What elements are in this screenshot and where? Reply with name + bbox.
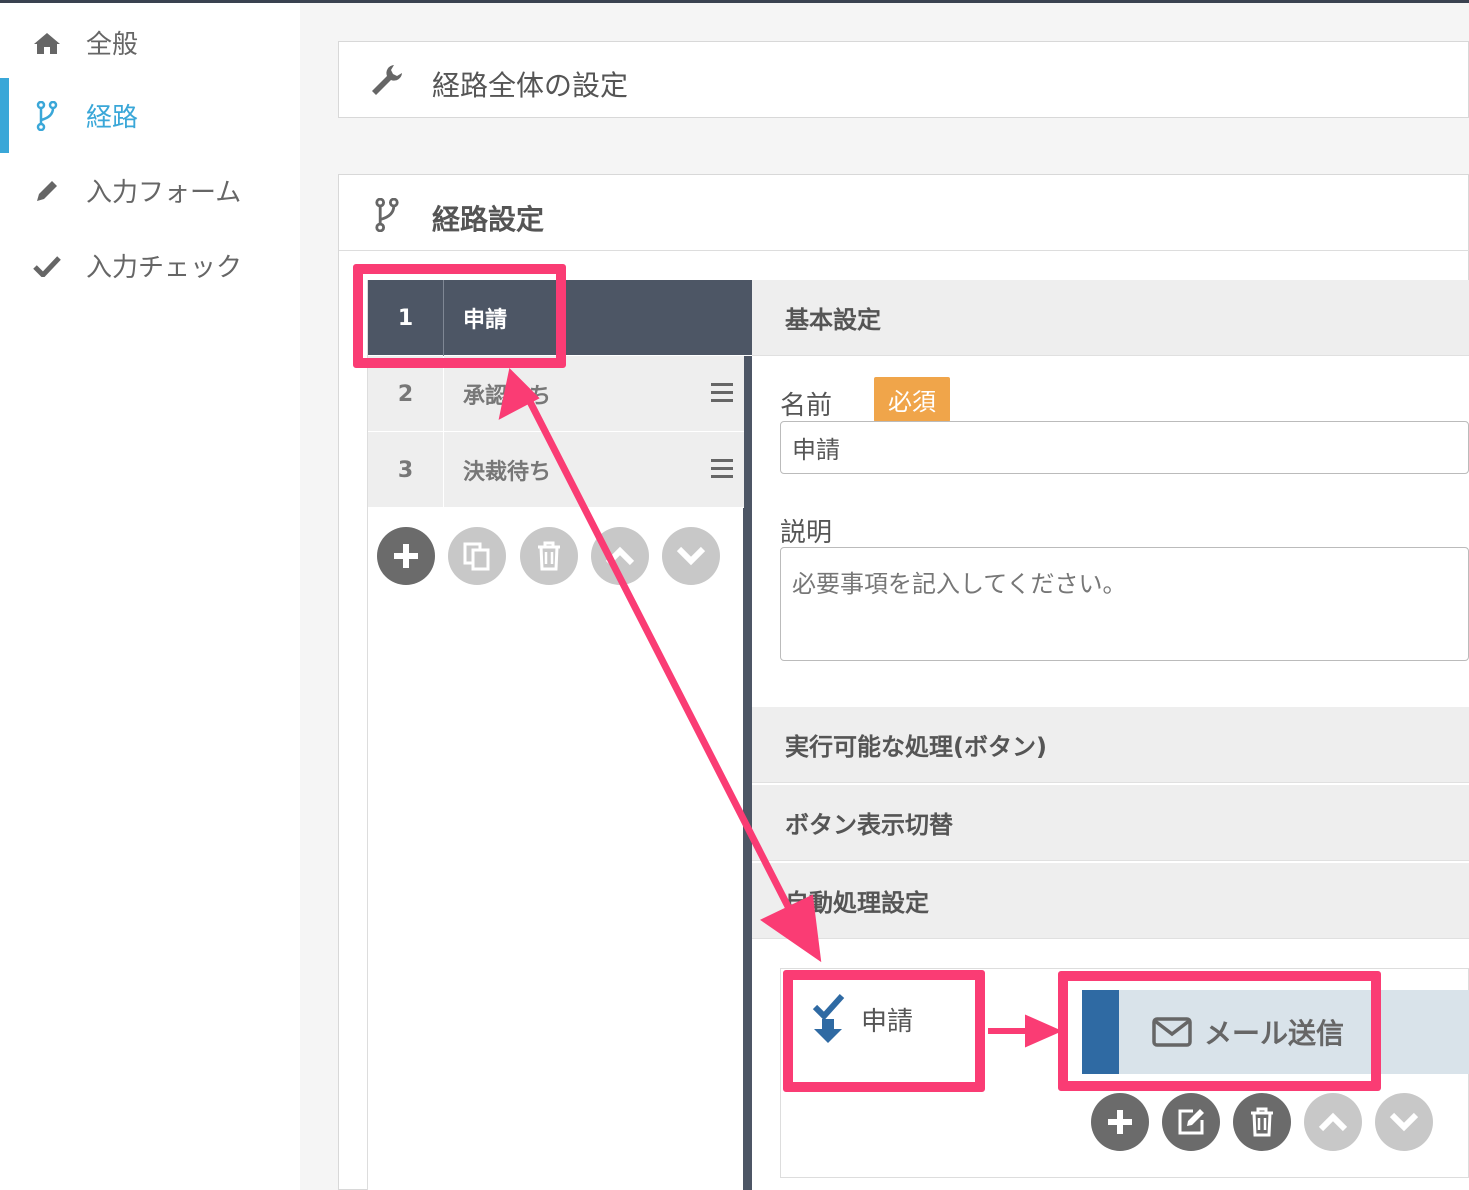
step-row-3[interactable]: 3 決裁待ち [368,432,744,508]
name-label: 名前 [780,391,833,421]
sidebar-item-route[interactable]: 経路 [0,78,300,153]
step-number: 2 [368,356,444,432]
copy-step-button[interactable] [448,527,506,585]
step-number: 3 [368,432,444,508]
trigger-check-icon [812,993,846,1045]
step-label: 決裁待ち [463,460,552,485]
chevron-down-icon [1389,1112,1419,1132]
route-overall-panel[interactable]: 経路全体の設定 [338,41,1469,118]
edit-action-button[interactable] [1162,1093,1220,1151]
description-textarea[interactable]: 必要事項を記入してください。 [780,547,1469,661]
required-badge: 必須 [874,377,950,422]
step-label: 承認待ち [463,384,552,409]
delete-step-button[interactable] [520,527,578,585]
section-actions[interactable]: 実行可能な処理(ボタン) [752,707,1469,783]
plus-icon [1108,1110,1132,1134]
sidebar-item-label: 入力フォーム [86,178,242,208]
step-row-1[interactable]: 1 申請 [368,280,753,356]
mail-action-card[interactable]: メール送信 [1082,990,1469,1074]
add-step-button[interactable] [377,527,435,585]
chevron-up-icon [605,546,635,566]
sidebar-item-label: 全般 [86,30,139,60]
sidebar-item-label: 入力チェック [86,253,243,283]
action-move-down-button[interactable] [1375,1093,1433,1151]
delete-action-button[interactable] [1233,1093,1291,1151]
panel-title: 経路設定 [432,203,545,236]
move-down-button[interactable] [662,527,720,585]
column-divider [743,280,752,1190]
branch-icon [33,100,61,131]
step-label: 申請 [463,308,508,333]
sidebar-item-general[interactable]: 全般 [0,5,300,80]
trigger-label: 申請 [861,1007,914,1037]
panel-title: 経路全体の設定 [432,69,629,102]
drag-handle-icon[interactable] [711,383,733,403]
chevron-down-icon [676,546,706,566]
sidebar-item-input-form[interactable]: 入力フォーム [0,153,300,228]
mail-action-label: メール送信 [1204,1017,1345,1050]
edit-icon [1178,1109,1204,1135]
home-icon [33,29,61,57]
chevron-up-icon [1318,1112,1348,1132]
branch-icon [367,195,407,235]
pencil-icon [33,177,61,205]
sidebar: 全般 経路 入力フォーム 入力チェック [0,3,300,1190]
move-up-button[interactable] [591,527,649,585]
description-label: 説明 [780,518,833,548]
section-auto-process[interactable]: 自動処理設定 [752,863,1469,939]
sidebar-item-label: 経路 [86,103,139,133]
section-basic-settings[interactable]: 基本設定 [752,280,1469,356]
action-move-up-button[interactable] [1304,1093,1362,1151]
envelope-icon [1152,1012,1192,1052]
panel-divider [339,250,1469,251]
copy-icon [463,542,490,571]
step-list: 1 申請 2 承認待ち 3 決裁待ち [367,280,753,1190]
wrench-icon [367,60,407,100]
section-button-toggle[interactable]: ボタン表示切替 [752,785,1469,861]
add-action-button[interactable] [1091,1093,1149,1151]
trash-icon [538,541,560,571]
sidebar-item-input-check[interactable]: 入力チェック [0,228,300,303]
plus-icon [394,544,418,568]
step-number: 1 [368,280,444,356]
drag-handle-icon[interactable] [711,459,733,479]
check-icon [33,252,61,280]
step-row-2[interactable]: 2 承認待ち [368,356,744,432]
mail-card-stripe [1082,990,1119,1074]
name-input[interactable]: 申請 [780,421,1469,474]
trash-icon [1251,1107,1273,1137]
